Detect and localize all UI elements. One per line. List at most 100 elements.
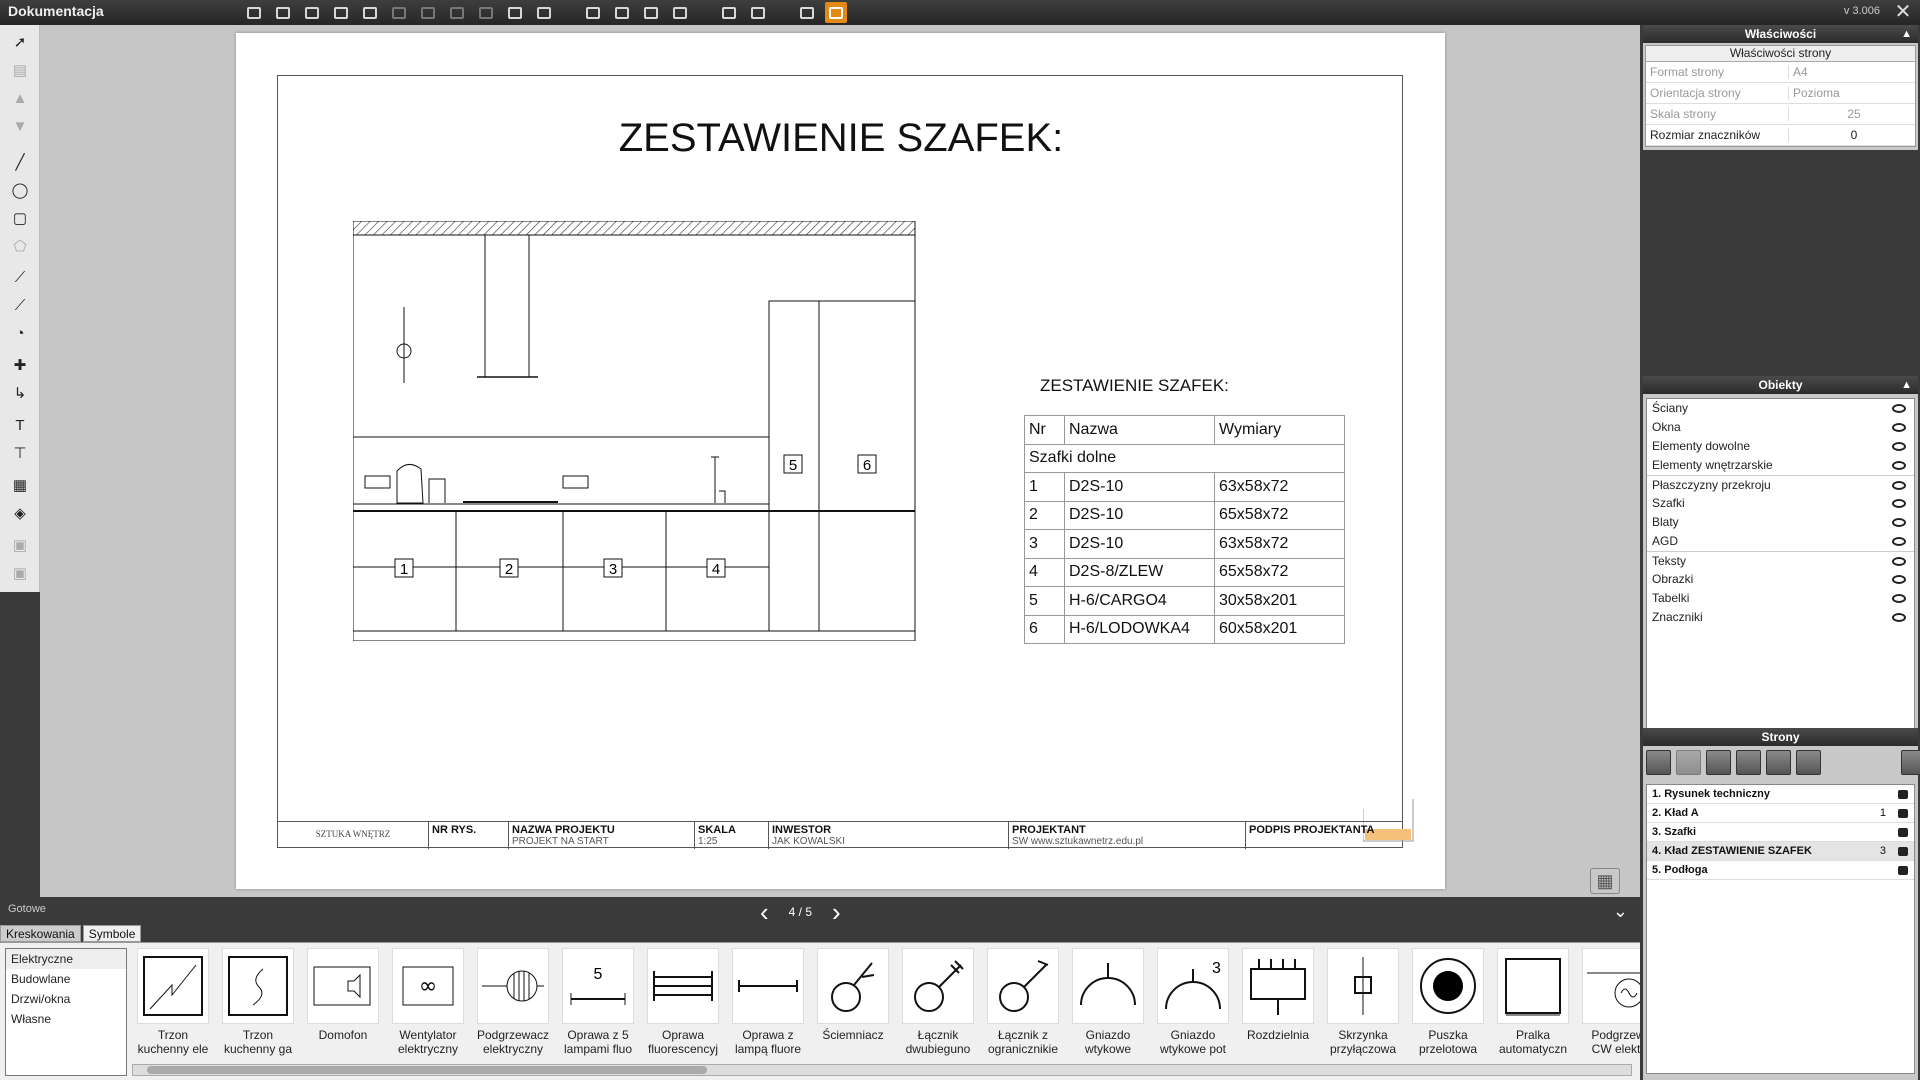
category-item[interactable]: Własne: [6, 1009, 126, 1029]
image-icon[interactable]: ◈: [8, 501, 32, 525]
marker-size-stepper[interactable]: 0: [1789, 128, 1915, 142]
format-select[interactable]: A4: [1789, 65, 1915, 79]
settings-icon[interactable]: [533, 2, 555, 23]
eye-icon[interactable]: [1892, 481, 1906, 490]
page-item[interactable]: 5. Podłoga: [1647, 861, 1914, 880]
symbol-item[interactable]: Trzon kuchenny ga: [217, 948, 299, 1060]
scrollbar-thumb[interactable]: [147, 1066, 707, 1074]
page-settings-icon[interactable]: [1796, 750, 1821, 775]
page-item[interactable]: 2. Kład A1: [1647, 804, 1914, 823]
add-page-icon[interactable]: [1646, 750, 1671, 775]
tab-kreskowania[interactable]: Kreskowania: [0, 925, 81, 942]
line-icon[interactable]: ╱: [8, 150, 32, 174]
page-item[interactable]: 3. Szafki: [1647, 823, 1914, 842]
undo-icon[interactable]: [359, 2, 381, 23]
category-item[interactable]: Budowlane: [6, 969, 126, 989]
object-item[interactable]: Obrazki: [1647, 570, 1914, 589]
symbol-item[interactable]: Puszka przelotowa: [1407, 948, 1489, 1060]
copy-icon[interactable]: [417, 2, 439, 23]
symbol-item[interactable]: Podgrzewacz elektryczny: [472, 948, 554, 1060]
properties-header[interactable]: Właściwości ▲: [1643, 25, 1918, 43]
view-icon[interactable]: [796, 2, 818, 23]
kitchen-elevation-drawing[interactable]: 1 2 3 4 5 6: [353, 221, 923, 641]
eye-icon[interactable]: [1892, 613, 1906, 622]
eye-icon[interactable]: [1892, 423, 1906, 432]
polygon-icon[interactable]: ⬠: [8, 234, 32, 258]
align-icon[interactable]: [669, 2, 691, 23]
label-tool-icon[interactable]: ⊤: [8, 441, 32, 465]
eye-icon[interactable]: [1892, 557, 1906, 566]
frame-icon[interactable]: ▣: [8, 533, 32, 557]
object-item[interactable]: Szafki: [1647, 494, 1914, 513]
object-item[interactable]: AGD: [1647, 532, 1914, 551]
symbol-item[interactable]: Gniazdo wtykowe: [1067, 948, 1149, 1060]
delete-page-icon[interactable]: [1901, 750, 1920, 775]
lock-icon[interactable]: [1898, 790, 1908, 799]
eye-icon[interactable]: [1892, 461, 1906, 470]
angle-icon[interactable]: ◔: [8, 321, 32, 345]
lock-icon[interactable]: [1898, 828, 1908, 837]
dimension-icon[interactable]: [718, 2, 740, 23]
remove-page-icon[interactable]: [1676, 750, 1701, 775]
print-icon[interactable]: [301, 2, 323, 23]
symbol-scrollbar[interactable]: [132, 1064, 1632, 1076]
align-top-icon[interactable]: ▲: [8, 86, 32, 110]
chevron-up-icon[interactable]: ▲: [1901, 376, 1912, 394]
page-item[interactable]: 4. Kład ZESTAWIENIE SZAFEK 3: [1647, 842, 1914, 861]
prev-page-icon[interactable]: ‹: [760, 899, 769, 925]
symbol-item[interactable]: Oprawa z lampą fluore: [727, 948, 809, 1060]
frame-edit-icon[interactable]: ▣: [8, 561, 32, 585]
orange-view-icon[interactable]: [825, 2, 847, 23]
symbol-item[interactable]: Rozdzielnia: [1237, 948, 1319, 1060]
lock-icon[interactable]: [1898, 866, 1908, 875]
text-tool-icon[interactable]: T: [8, 413, 32, 437]
dimension-line-icon[interactable]: ⟋: [8, 265, 32, 289]
pages-header[interactable]: Strony: [1643, 728, 1918, 746]
object-item[interactable]: Znaczniki: [1647, 608, 1914, 627]
symbol-item[interactable]: Trzon kuchenny ele: [132, 948, 214, 1060]
paste-icon[interactable]: [446, 2, 468, 23]
eye-icon[interactable]: [1892, 594, 1906, 603]
page-item[interactable]: 1. Rysunek techniczny: [1647, 785, 1914, 804]
eye-icon[interactable]: [1892, 404, 1906, 413]
eye-icon[interactable]: [1892, 575, 1906, 584]
text-edit-icon[interactable]: ▤: [8, 58, 32, 82]
save-icon[interactable]: [243, 2, 265, 23]
table-icon[interactable]: ▦: [8, 473, 32, 497]
object-item[interactable]: Ściany: [1647, 399, 1914, 418]
align-bottom-icon[interactable]: ▼: [8, 114, 32, 138]
symbol-item[interactable]: Oprawa fluorescencyj: [642, 948, 724, 1060]
arrow-down-icon[interactable]: ✚: [8, 353, 32, 377]
delete-icon[interactable]: [504, 2, 526, 23]
eye-icon[interactable]: [1892, 499, 1906, 508]
circle-icon[interactable]: ◯: [8, 178, 32, 202]
symbol-item[interactable]: Ściemniacz: [812, 948, 894, 1060]
symbol-item[interactable]: Skrzynka przyłączowa: [1322, 948, 1404, 1060]
duplicate-page-icon[interactable]: [1766, 750, 1791, 775]
rectangle-icon[interactable]: ▢: [8, 206, 32, 230]
object-item[interactable]: Elementy dowolne: [1647, 437, 1914, 456]
chevron-up-icon[interactable]: ▲: [1901, 25, 1912, 43]
lock-icon[interactable]: [1898, 847, 1908, 856]
cabinet-table[interactable]: Nr Nazwa Wymiary Szafki dolne 1 D2S-10 63x…: [1024, 415, 1345, 644]
mirror-icon[interactable]: [640, 2, 662, 23]
object-item[interactable]: Teksty: [1647, 551, 1914, 570]
category-item[interactable]: Drzwi/okna: [6, 989, 126, 1009]
scale-stepper[interactable]: 25: [1789, 107, 1915, 121]
category-item[interactable]: Elektryczne: [6, 949, 126, 969]
close-icon[interactable]: ✕: [1892, 1, 1914, 23]
move-page-down-icon[interactable]: [1736, 750, 1761, 775]
symbol-item[interactable]: Podgrzew CW elektr: [1577, 948, 1640, 1060]
object-item[interactable]: Elementy wnętrzarskie: [1647, 456, 1914, 475]
symbol-item[interactable]: ∞ Wentylator elektryczny: [387, 948, 469, 1060]
redo-icon[interactable]: [388, 2, 410, 23]
symbol-item[interactable]: Łącznik dwubiegunо: [897, 948, 979, 1060]
axis-icon[interactable]: ↳: [8, 381, 32, 405]
object-item[interactable]: Płaszczyzny przekroju: [1647, 475, 1914, 494]
eye-icon[interactable]: [1892, 442, 1906, 451]
move-page-up-icon[interactable]: [1706, 750, 1731, 775]
object-item[interactable]: Blaty: [1647, 513, 1914, 532]
save-as-icon[interactable]: [272, 2, 294, 23]
symbol-item[interactable]: Domofon: [302, 948, 384, 1060]
measure-line-icon[interactable]: ⟋: [8, 293, 32, 317]
